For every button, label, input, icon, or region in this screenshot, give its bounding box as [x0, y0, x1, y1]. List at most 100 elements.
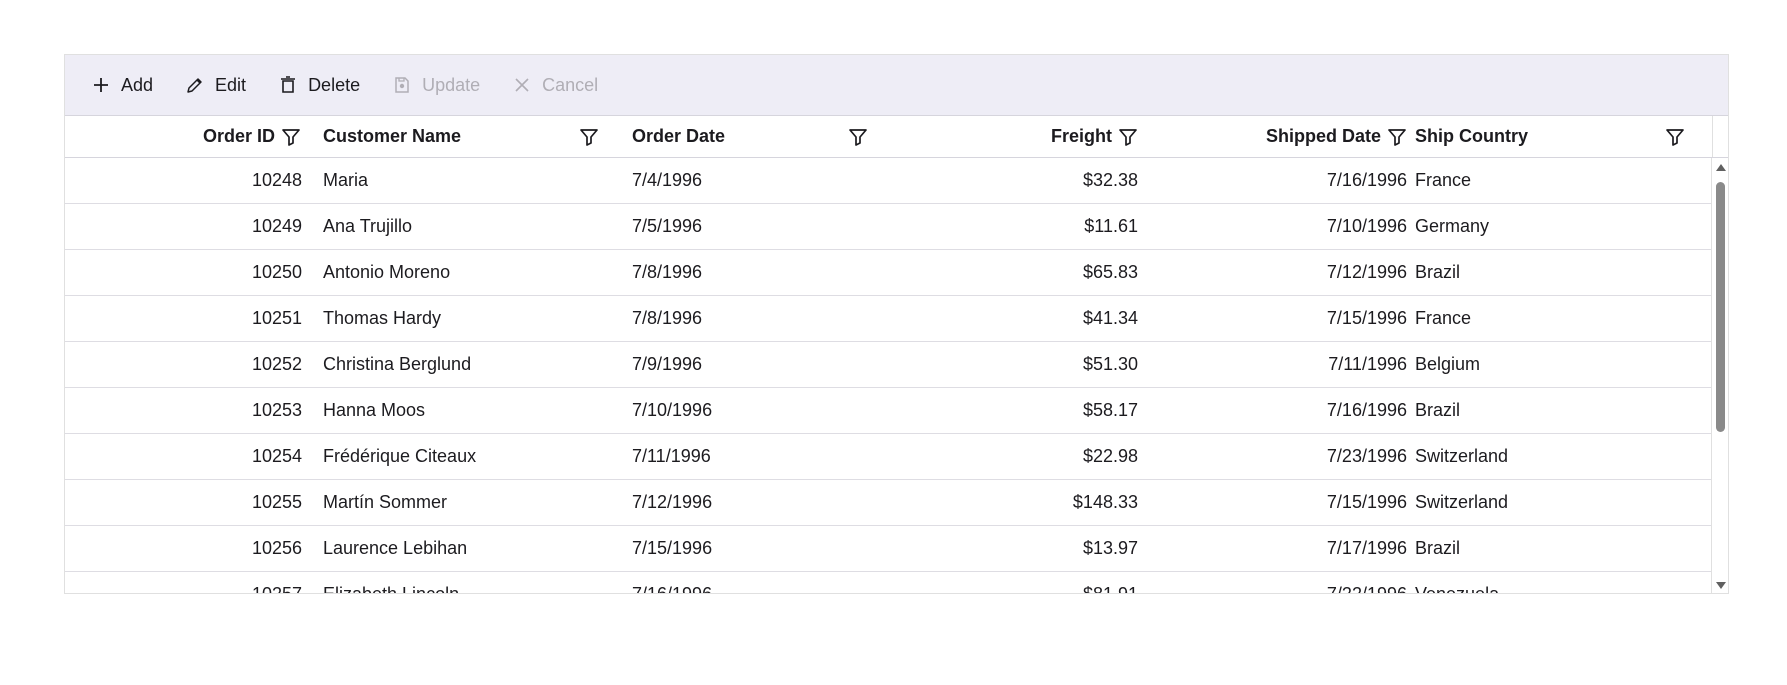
cell-customer-name: Antonio Moreno — [323, 262, 451, 282]
trash-icon — [281, 76, 296, 93]
cell-shipped-date: 7/22/1996 — [1326, 584, 1407, 594]
cell-shipped-date: 7/16/1996 — [1326, 170, 1407, 190]
cell-shipped-date: 7/17/1996 — [1326, 538, 1407, 558]
cell-ship-country: Brazil — [1415, 262, 1461, 282]
column-header-shipped-date[interactable]: Shipped Date — [1165, 116, 1407, 157]
column-header-label: Order ID — [202, 126, 275, 146]
cell-order-date: 7/5/1996 — [632, 216, 703, 236]
update-label: Update — [422, 74, 481, 95]
cell-customer-name: Ana Trujillo — [323, 216, 413, 236]
cell-freight: $58.17 — [1082, 400, 1138, 420]
cell-order-date: 7/8/1996 — [632, 262, 703, 282]
cancel-button[interactable]: Cancel — [512, 65, 598, 105]
cell-freight: $22.98 — [1082, 446, 1138, 466]
filter-icon[interactable] — [1665, 127, 1685, 147]
filter-icon[interactable] — [579, 127, 599, 147]
header-scroll-gutter — [1712, 116, 1728, 157]
cell-order-date: 7/15/1996 — [632, 538, 713, 558]
cell-shipped-date: 7/15/1996 — [1326, 492, 1407, 512]
table-row[interactable]: 10257 Elizabeth Lincoln 7/16/1996 $81.91… — [65, 572, 1713, 594]
cancel-label: Cancel — [542, 74, 599, 95]
grid-header: Order ID Customer Name Order Date Freigh… — [65, 116, 1728, 158]
cell-ship-country: Venezuela — [1415, 584, 1500, 594]
cell-order-date: 7/8/1996 — [632, 308, 703, 328]
cell-order-date: 7/4/1996 — [632, 170, 703, 190]
add-button[interactable]: Add — [91, 65, 153, 105]
cell-ship-country: Switzerland — [1415, 492, 1509, 512]
cell-freight: $41.34 — [1082, 308, 1138, 328]
table-row[interactable]: 10253 Hanna Moos 7/10/1996 $58.17 7/16/1… — [65, 388, 1713, 434]
cell-order-id: 10252 — [251, 354, 302, 374]
delete-button[interactable]: Delete — [278, 65, 360, 105]
cell-ship-country: Brazil — [1415, 538, 1461, 558]
pencil-icon — [187, 78, 202, 93]
grid-toolbar: Add Edit Delete Update Cancel — [65, 55, 1728, 116]
scroll-down-arrow-icon[interactable] — [1716, 582, 1726, 589]
cell-order-date: 7/10/1996 — [632, 400, 713, 420]
filter-icon[interactable] — [1387, 127, 1407, 147]
cell-ship-country: Brazil — [1415, 400, 1461, 420]
cell-order-id: 10251 — [251, 308, 302, 328]
cell-customer-name: Maria — [323, 170, 369, 190]
column-header-label: Shipped Date — [1265, 126, 1381, 146]
cell-freight: $51.30 — [1082, 354, 1138, 374]
cell-shipped-date: 7/12/1996 — [1326, 262, 1407, 282]
cell-freight: $81.91 — [1082, 584, 1138, 594]
cell-customer-name: Thomas Hardy — [323, 308, 442, 328]
scroll-thumb[interactable] — [1716, 182, 1725, 432]
cell-shipped-date: 7/23/1996 — [1326, 446, 1407, 466]
table-row[interactable]: 10256 Laurence Lebihan 7/15/1996 $13.97 … — [65, 526, 1713, 572]
cell-shipped-date: 7/15/1996 — [1326, 308, 1407, 328]
cell-order-id: 10249 — [251, 216, 302, 236]
cell-customer-name: Martín Sommer — [323, 492, 448, 512]
table-row[interactable]: 10252 Christina Berglund 7/9/1996 $51.30… — [65, 342, 1713, 388]
update-button[interactable]: Update — [392, 65, 480, 105]
edit-label: Edit — [215, 74, 247, 95]
cell-ship-country: France — [1415, 170, 1472, 190]
cell-shipped-date: 7/16/1996 — [1326, 400, 1407, 420]
cell-order-id: 10253 — [251, 400, 302, 420]
cell-ship-country: Belgium — [1415, 354, 1481, 374]
edit-button[interactable]: Edit — [185, 65, 246, 105]
cell-freight: $148.33 — [1072, 492, 1138, 512]
data-grid: Add Edit Delete Update Cancel Order ID C… — [64, 54, 1729, 594]
cell-order-id: 10256 — [251, 538, 302, 558]
column-header-freight[interactable]: Freight — [895, 116, 1138, 157]
cell-order-id: 10257 — [251, 584, 302, 594]
plus-icon — [94, 78, 108, 92]
cell-freight: $32.38 — [1082, 170, 1138, 190]
cell-order-id: 10254 — [251, 446, 302, 466]
cell-customer-name: Christina Berglund — [323, 354, 472, 374]
column-header-customer-name[interactable]: Customer Name — [323, 116, 599, 157]
cell-customer-name: Elizabeth Lincoln — [323, 584, 460, 594]
cell-freight: $13.97 — [1082, 538, 1138, 558]
column-header-label: Ship Country — [1415, 126, 1528, 146]
table-row[interactable]: 10255 Martín Sommer 7/12/1996 $148.33 7/… — [65, 480, 1713, 526]
save-icon — [395, 77, 409, 93]
column-header-label: Customer Name — [323, 126, 462, 146]
cell-order-id: 10255 — [251, 492, 302, 512]
cell-customer-name: Hanna Moos — [323, 400, 426, 420]
column-header-ship-country[interactable]: Ship Country — [1415, 116, 1685, 157]
filter-icon[interactable] — [848, 127, 868, 147]
table-row[interactable]: 10251 Thomas Hardy 7/8/1996 $41.34 7/15/… — [65, 296, 1713, 342]
cell-customer-name: Frédérique Citeaux — [323, 446, 477, 466]
cell-ship-country: France — [1415, 308, 1472, 328]
scroll-up-arrow-icon[interactable] — [1716, 164, 1726, 171]
filter-icon[interactable] — [1118, 127, 1138, 147]
table-row[interactable]: 10248 Maria 7/4/1996 $32.38 7/16/1996 Fr… — [65, 158, 1713, 204]
cell-freight: $11.61 — [1084, 216, 1138, 236]
cell-shipped-date: 7/11/1996 — [1328, 354, 1407, 374]
column-header-label: Freight — [1051, 126, 1112, 146]
table-row[interactable]: 10254 Frédérique Citeaux 7/11/1996 $22.9… — [65, 434, 1713, 480]
column-header-order-date[interactable]: Order Date — [632, 116, 868, 157]
add-label: Add — [121, 74, 154, 95]
vertical-scrollbar[interactable] — [1711, 158, 1728, 593]
cell-order-date: 7/9/1996 — [632, 354, 703, 374]
table-row[interactable]: 10249 Ana Trujillo 7/5/1996 $11.61 7/10/… — [65, 204, 1713, 250]
filter-icon[interactable] — [281, 127, 301, 147]
table-row[interactable]: 10250 Antonio Moreno 7/8/1996 $65.83 7/1… — [65, 250, 1713, 296]
grid-body: 10248 Maria 7/4/1996 $32.38 7/16/1996 Fr… — [65, 158, 1728, 594]
column-header-order-id[interactable]: Order ID — [65, 116, 301, 157]
cell-order-id: 10250 — [251, 262, 302, 282]
